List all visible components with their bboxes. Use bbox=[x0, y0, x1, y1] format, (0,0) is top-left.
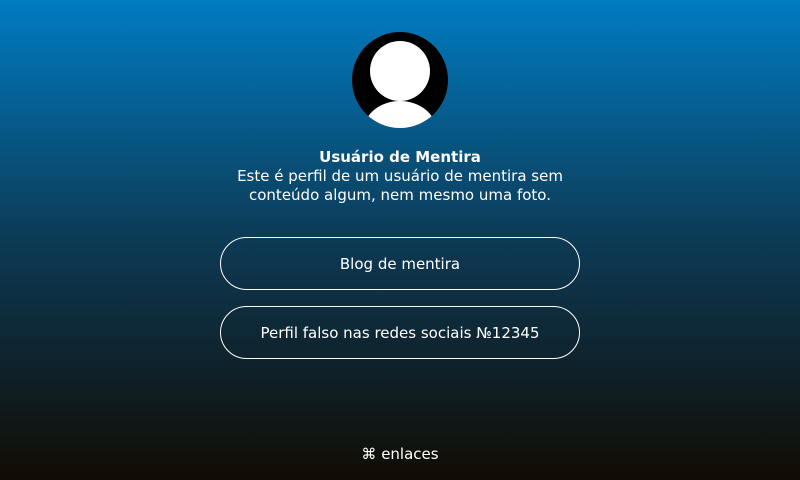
link-button-blog[interactable]: Blog de mentira bbox=[220, 237, 580, 290]
profile-name: Usuário de Mentira bbox=[319, 148, 481, 166]
footer-label: enlaces bbox=[381, 445, 439, 463]
link-button-social-profile[interactable]: Perfil falso nas redes sociais №12345 bbox=[220, 306, 580, 359]
link-label-blog: Blog de mentira bbox=[339, 254, 461, 273]
avatar-head bbox=[370, 41, 430, 101]
profile-bio: Este é perfil de um usuário de mentira s… bbox=[237, 167, 563, 204]
avatar bbox=[352, 32, 448, 128]
command-icon: ⌘ bbox=[361, 445, 377, 463]
link-label-social-profile: Perfil falso nas redes sociais №12345 bbox=[260, 323, 540, 342]
footer-link[interactable]: ⌘ enlaces bbox=[0, 445, 800, 464]
avatar-body bbox=[364, 101, 436, 128]
